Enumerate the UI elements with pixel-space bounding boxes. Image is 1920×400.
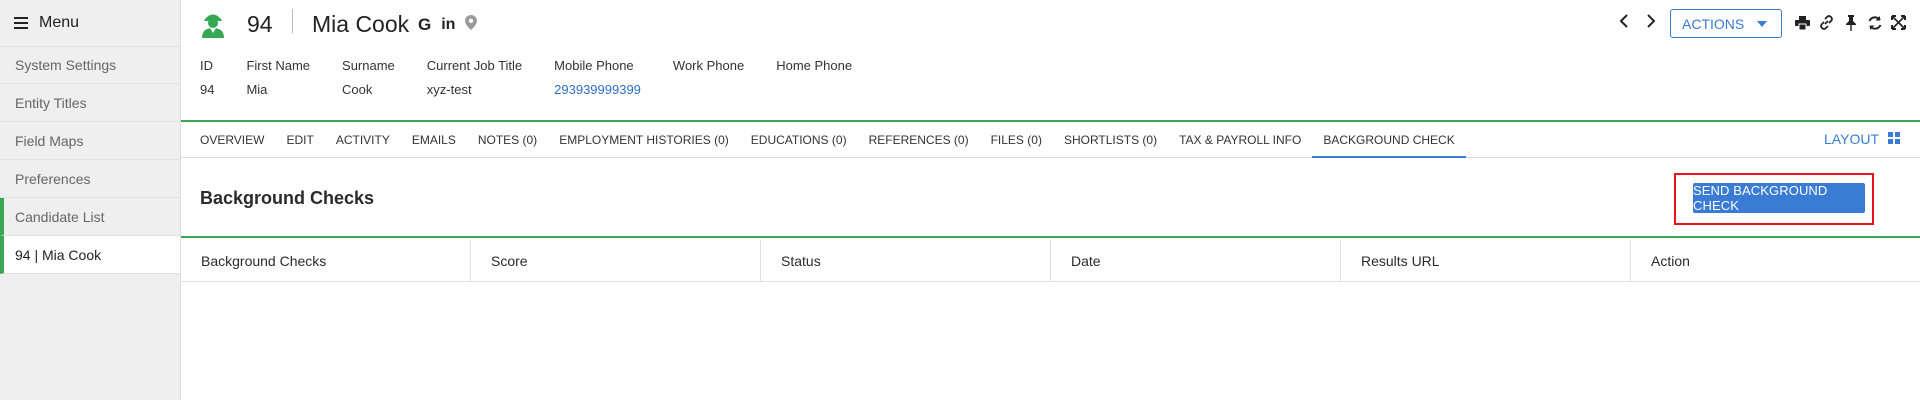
column-header-date[interactable]: Date <box>1051 240 1341 282</box>
sidebar-item-preferences[interactable]: Preferences <box>0 160 180 198</box>
actions-dropdown[interactable]: ACTIONS <box>1670 9 1782 38</box>
field-label: First Name <box>246 58 311 73</box>
sidebar-item-system-settings[interactable]: System Settings <box>0 46 180 84</box>
tab-background-check[interactable]: BACKGROUND CHECK <box>1312 122 1467 159</box>
google-icon[interactable]: G <box>418 15 431 35</box>
column-header-background-checks[interactable]: Background Checks <box>181 240 471 282</box>
caret-down-icon <box>1757 21 1767 27</box>
sidebar-item-label: Candidate List <box>15 208 105 225</box>
tab-list: OVERVIEW EDIT ACTIVITY EMAILS NOTES (0) … <box>181 122 1467 159</box>
field-current-job-title: Current Job Title xyz-test <box>427 58 522 97</box>
tab-files[interactable]: FILES (0) <box>980 122 1053 158</box>
grid-icon <box>1888 131 1900 147</box>
field-id: ID 94 <box>200 58 214 97</box>
tab-educations[interactable]: EDUCATIONS (0) <box>740 122 858 158</box>
record-name: Mia Cook <box>312 11 410 37</box>
refresh-icon[interactable] <box>1866 14 1883 31</box>
column-header-status[interactable]: Status <box>761 240 1051 282</box>
section-title: Background Checks <box>200 188 375 208</box>
field-value <box>776 82 852 97</box>
header-divider <box>292 9 293 33</box>
layout-label: LAYOUT <box>1824 131 1879 147</box>
record-id: 94 <box>247 11 273 37</box>
sidebar-item-label: Preferences <box>15 170 91 187</box>
field-value: Cook <box>342 82 373 97</box>
sidebar-item-label: Field Maps <box>15 132 84 149</box>
menu-label: Menu <box>39 14 80 31</box>
table-header: Background Checks Score Status Date Resu… <box>181 240 1920 282</box>
record-header: 94 Mia Cook G in ACTIONS ID 94 First Nam… <box>181 0 1920 121</box>
field-mobile-phone: Mobile Phone 293939999399 <box>554 58 641 97</box>
field-value: Mia <box>246 82 268 97</box>
expand-icon[interactable] <box>1890 14 1907 31</box>
sidebar: Menu System Settings Entity Titles Field… <box>0 0 181 400</box>
social-links: G in <box>418 15 478 35</box>
tab-notes[interactable]: NOTES (0) <box>467 122 548 158</box>
pin-icon[interactable] <box>1842 14 1859 31</box>
tab-references[interactable]: REFERENCES (0) <box>858 122 980 158</box>
actions-label: ACTIONS <box>1682 15 1745 32</box>
record-fields: ID 94 First Name Mia Surname Cook Curren… <box>200 58 884 97</box>
background-checks-section: Background Checks SEND BACKGROUND CHECK <box>181 158 1920 238</box>
tab-emails[interactable]: EMAILS <box>401 122 467 158</box>
sidebar-item-label: Entity Titles <box>15 94 87 111</box>
layout-button[interactable]: LAYOUT <box>1824 131 1900 147</box>
tab-overview[interactable]: OVERVIEW <box>189 122 275 158</box>
tab-edit[interactable]: EDIT <box>275 122 324 158</box>
link-icon[interactable] <box>1818 14 1835 31</box>
tab-shortlists[interactable]: SHORTLISTS (0) <box>1053 122 1168 158</box>
linkedin-icon[interactable]: in <box>441 16 455 34</box>
map-pin-icon[interactable] <box>465 15 478 35</box>
tab-employment-histories[interactable]: EMPLOYMENT HISTORIES (0) <box>548 122 740 158</box>
mobile-phone-link[interactable]: 293939999399 <box>554 82 641 97</box>
sidebar-item-label: 94 | Mia Cook <box>15 246 102 263</box>
field-label: ID <box>200 58 213 73</box>
tab-activity[interactable]: ACTIVITY <box>325 122 401 158</box>
field-label: Mobile Phone <box>554 58 634 73</box>
field-label: Home Phone <box>776 58 853 73</box>
person-worker-icon <box>200 10 226 38</box>
sidebar-item-field-maps[interactable]: Field Maps <box>0 122 180 160</box>
field-label: Surname <box>342 58 395 73</box>
sidebar-item-label: System Settings <box>15 57 117 73</box>
sidebar-item-current-record[interactable]: 94 | Mia Cook <box>0 236 180 274</box>
toolbar-icons <box>1794 14 1907 31</box>
column-header-results-url[interactable]: Results URL <box>1341 240 1631 282</box>
record-navigation <box>1615 12 1659 29</box>
field-home-phone: Home Phone <box>776 58 852 97</box>
chevron-left-icon[interactable] <box>1615 12 1632 29</box>
tab-tax-payroll-info[interactable]: TAX & PAYROLL INFO <box>1168 122 1312 158</box>
field-surname: Surname Cook <box>342 58 395 97</box>
hamburger-icon <box>14 17 28 29</box>
menu-toggle[interactable]: Menu <box>0 0 180 46</box>
field-value <box>673 82 744 97</box>
field-label: Work Phone <box>672 58 745 73</box>
field-value: xyz-test <box>426 82 472 97</box>
send-background-check-button[interactable]: SEND BACKGROUND CHECK <box>1693 183 1865 213</box>
column-header-score[interactable]: Score <box>471 240 761 282</box>
print-icon[interactable] <box>1794 14 1811 31</box>
chevron-right-icon[interactable] <box>1642 12 1659 29</box>
column-header-action[interactable]: Action <box>1631 240 1920 282</box>
sidebar-item-candidate-list[interactable]: Candidate List <box>0 198 180 236</box>
field-first-name: First Name Mia <box>246 58 310 97</box>
field-label: Current Job Title <box>426 58 523 73</box>
sidebar-item-entity-titles[interactable]: Entity Titles <box>0 84 180 122</box>
field-work-phone: Work Phone <box>673 58 744 97</box>
field-value: 94 <box>200 82 215 97</box>
record-tabs: OVERVIEW EDIT ACTIVITY EMAILS NOTES (0) … <box>181 120 1920 159</box>
